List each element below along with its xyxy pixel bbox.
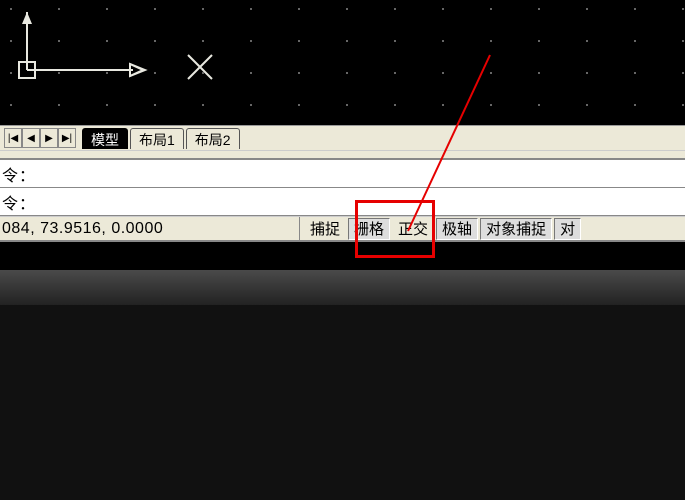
snap-toggle[interactable]: 捕捉 (304, 218, 346, 240)
ortho-toggle[interactable]: 正交 (392, 218, 434, 240)
grid-dot (346, 40, 348, 42)
shadow-strip (0, 270, 685, 305)
drawing-canvas[interactable]: // dots will be injected after JSON load (0, 0, 685, 125)
grid-dot (682, 72, 684, 74)
osnap-toggle[interactable]: 对象捕捉 (480, 218, 552, 240)
grid-dot (490, 72, 492, 74)
grid-dot (58, 72, 60, 74)
grid-dot (490, 40, 492, 42)
grid-dot (298, 104, 300, 106)
grid-dot (250, 72, 252, 74)
grid-dot (442, 8, 444, 10)
grid-dot (682, 104, 684, 106)
grid-dot (682, 40, 684, 42)
vcr-prev[interactable]: ◀ (22, 128, 40, 148)
grid-dot (442, 104, 444, 106)
grid-dot (586, 104, 588, 106)
lower-void (0, 305, 685, 500)
vcr-next[interactable]: ▶ (40, 128, 58, 148)
grid-dot (346, 72, 348, 74)
grid-dot (490, 8, 492, 10)
grid-dot (634, 40, 636, 42)
grid-dot (202, 72, 204, 74)
grid-toggle[interactable]: 栅格 (348, 218, 390, 240)
tab-layout1[interactable]: 布局1 (130, 128, 184, 149)
grid-dot (298, 72, 300, 74)
grid-dot (10, 8, 12, 10)
grid-dot (106, 40, 108, 42)
coordinates-readout: 084, 73.9516, 0.0000 (0, 217, 300, 240)
tab-layout2[interactable]: 布局2 (186, 128, 240, 149)
tab-model[interactable]: 模型 (82, 128, 128, 149)
ucs-icon (15, 12, 155, 95)
grid-dot (106, 8, 108, 10)
command-history-line: 令： (0, 160, 685, 188)
layout-tab-row: |◀ ◀ ▶ ▶| 模型 布局1 布局2 (0, 125, 685, 150)
vcr-last[interactable]: ▶| (58, 128, 76, 148)
grid-dot (154, 72, 156, 74)
grid-dot (682, 8, 684, 10)
grid-dot (10, 104, 12, 106)
grid-dot (58, 40, 60, 42)
grid-dot (346, 104, 348, 106)
grid-dot (586, 72, 588, 74)
grid-dot (538, 72, 540, 74)
grid-dot (442, 40, 444, 42)
grid-dot (10, 72, 12, 74)
cursor-crosshair (185, 52, 215, 85)
grid-dot (250, 40, 252, 42)
grid-dot (298, 40, 300, 42)
grid-dot (154, 40, 156, 42)
grid-dot (538, 8, 540, 10)
grid-dot (154, 104, 156, 106)
grid-dot (634, 104, 636, 106)
ui-panel: |◀ ◀ ▶ ▶| 模型 布局1 布局2 令： 令： 084, 73.9516,… (0, 125, 685, 242)
grid-dot (10, 40, 12, 42)
grid-dot (394, 8, 396, 10)
grid-dot (346, 8, 348, 10)
grid-dot (298, 8, 300, 10)
vcr-controls: |◀ ◀ ▶ ▶| (4, 128, 76, 148)
status-bar: 084, 73.9516, 0.0000 捕捉 栅格 正交 极轴 对象捕捉 对 (0, 216, 685, 242)
polar-toggle[interactable]: 极轴 (436, 218, 478, 240)
grid-dot (154, 8, 156, 10)
grid-dot (58, 8, 60, 10)
grid-dot (538, 40, 540, 42)
grid-dot (58, 104, 60, 106)
grid-dot (106, 72, 108, 74)
grid-dot (442, 72, 444, 74)
otrack-toggle[interactable]: 对 (554, 218, 581, 240)
separator (0, 150, 685, 160)
grid-dot (202, 104, 204, 106)
grid-dot (394, 40, 396, 42)
grid-dot (586, 40, 588, 42)
grid-dot (394, 104, 396, 106)
grid-dot (250, 104, 252, 106)
grid-dot (634, 72, 636, 74)
grid-dot (202, 40, 204, 42)
grid-dot (250, 8, 252, 10)
vcr-first[interactable]: |◀ (4, 128, 22, 148)
grid-dot (538, 104, 540, 106)
grid-dot (490, 104, 492, 106)
command-input-line[interactable]: 令： (0, 188, 685, 216)
mode-toggles: 捕捉 栅格 正交 极轴 对象捕捉 对 (300, 217, 685, 240)
grid-dot (394, 72, 396, 74)
grid-dot (106, 104, 108, 106)
grid-dot (586, 8, 588, 10)
grid-dot (634, 8, 636, 10)
grid-dot (202, 8, 204, 10)
